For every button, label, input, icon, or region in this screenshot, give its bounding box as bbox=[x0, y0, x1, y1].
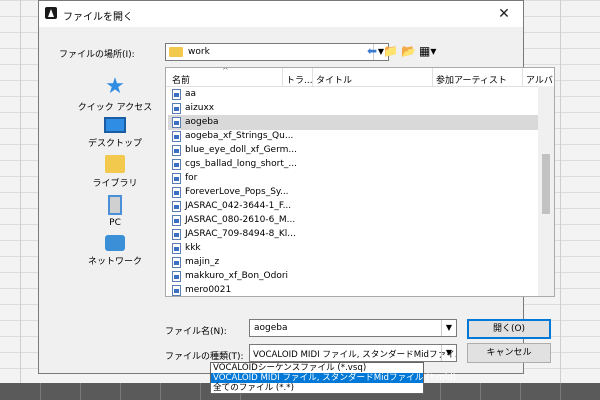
file-row[interactable]: makkuro_xf_Bon_Odori bbox=[168, 269, 538, 284]
column-header-row: ^ 名前 トラ... タイトル 参加アーティスト アルバ bbox=[166, 68, 554, 87]
place-label: PC bbox=[109, 218, 121, 228]
file-row[interactable]: aa bbox=[168, 87, 538, 102]
filename-field[interactable]: aogeba ▼ bbox=[249, 319, 457, 337]
app-icon bbox=[45, 7, 57, 19]
file-name: aogeba bbox=[185, 117, 219, 127]
midi-file-icon bbox=[172, 285, 181, 296]
midi-file-icon bbox=[172, 173, 181, 184]
midi-file-icon bbox=[172, 215, 181, 226]
filename-label: ファイル名(N): bbox=[165, 327, 227, 337]
up-folder-icon[interactable]: 📁 bbox=[383, 43, 398, 59]
star-icon: ★ bbox=[105, 74, 125, 99]
place-label: ネットワーク bbox=[87, 257, 142, 267]
cancel-button[interactable]: キャンセル bbox=[467, 343, 551, 363]
file-name: majin_z bbox=[185, 257, 220, 267]
location-value: work bbox=[188, 47, 210, 57]
network-icon bbox=[105, 235, 125, 251]
filetype-select[interactable]: VOCALOID MIDI ファイル, スタンダードMidファイル (*.mid… bbox=[249, 344, 457, 362]
filetype-label: ファイルの種類(T): bbox=[165, 352, 244, 362]
file-name: mero0021 bbox=[185, 285, 232, 295]
open-button[interactable]: 開く(O) bbox=[467, 319, 551, 339]
place-label: デスクトップ bbox=[87, 139, 142, 149]
chevron-down-icon[interactable]: ▼ bbox=[441, 320, 456, 336]
place-desktop[interactable]: デスクトップ bbox=[75, 117, 155, 149]
scrollbar-thumb[interactable] bbox=[542, 154, 550, 214]
file-name: blue_eye_doll_xf_Germ... bbox=[185, 145, 297, 155]
title-bar[interactable]: ファイルを開く ✕ bbox=[39, 1, 523, 27]
file-name: makkuro_xf_Bon_Odori bbox=[185, 271, 289, 281]
midi-file-icon bbox=[172, 89, 181, 100]
file-name: aa bbox=[185, 89, 197, 99]
file-name: for bbox=[185, 173, 198, 183]
place-library[interactable]: ライブラリ bbox=[75, 155, 155, 189]
open-file-dialog: ファイルを開く ✕ ファイルの場所(I): work ▼ ⬅ 📁 📂 ▦▾ ★ … bbox=[38, 0, 555, 374]
filename-value: aogeba bbox=[254, 323, 288, 333]
file-row[interactable]: JASRAC_080-2610-6_M... bbox=[168, 213, 538, 228]
folder-icon bbox=[169, 47, 183, 57]
column-track[interactable]: トラ... bbox=[286, 73, 313, 86]
place-pc[interactable]: PC bbox=[75, 195, 155, 228]
place-label: ライブラリ bbox=[92, 179, 138, 189]
file-row[interactable]: for bbox=[168, 171, 538, 186]
file-name: aizuxx bbox=[185, 103, 215, 113]
pc-icon bbox=[108, 195, 122, 215]
file-name: JASRAC_080-2610-6_M... bbox=[185, 215, 296, 225]
file-row[interactable]: ForeverLove_Pops_Sy... bbox=[168, 185, 538, 200]
file-row[interactable]: mero0021 bbox=[168, 283, 538, 296]
file-row[interactable]: aogeba_xf_Strings_Qu... bbox=[168, 129, 538, 144]
grid-line bbox=[20, 0, 21, 400]
file-list[interactable]: ^ 名前 トラ... タイトル 参加アーティスト アルバ aa aizuxx aog… bbox=[165, 67, 555, 297]
filetype-option[interactable]: 全てのファイル (*.*) bbox=[211, 383, 423, 393]
column-artist[interactable]: 参加アーティスト bbox=[436, 73, 507, 86]
dialog-title: ファイルを開く bbox=[63, 12, 133, 23]
midi-file-icon bbox=[172, 159, 181, 170]
place-quick-access[interactable]: ★ クイック アクセス bbox=[75, 74, 155, 114]
chevron-down-icon[interactable]: ▼ bbox=[441, 345, 456, 361]
midi-file-icon bbox=[172, 145, 181, 156]
new-folder-icon[interactable]: 📂 bbox=[401, 43, 416, 59]
midi-file-icon bbox=[172, 117, 181, 128]
back-icon[interactable]: ⬅ bbox=[367, 43, 377, 59]
close-button[interactable]: ✕ bbox=[485, 1, 523, 27]
midi-file-icon bbox=[172, 243, 181, 254]
midi-file-icon bbox=[172, 103, 181, 114]
file-row[interactable]: aogeba bbox=[168, 115, 538, 130]
column-name[interactable]: 名前 bbox=[172, 73, 190, 86]
file-name: JASRAC_042-3644-1_F... bbox=[185, 201, 292, 211]
midi-file-icon bbox=[172, 229, 181, 240]
grid-line bbox=[560, 0, 561, 400]
file-row[interactable]: JASRAC_042-3644-1_F... bbox=[168, 199, 538, 214]
file-name: cgs_ballad_long_short_... bbox=[185, 159, 297, 169]
midi-file-icon bbox=[172, 201, 181, 212]
file-row[interactable]: blue_eye_doll_xf_Germ... bbox=[168, 143, 538, 158]
file-row[interactable]: cgs_ballad_long_short_... bbox=[168, 157, 538, 172]
location-combo[interactable]: work ▼ bbox=[165, 43, 389, 61]
place-network[interactable]: ネットワーク bbox=[75, 235, 155, 267]
file-name: ForeverLove_Pops_Sy... bbox=[185, 187, 289, 197]
filetype-option-selected[interactable]: VOCALOID MIDI ファイル, スタンダードMidファイル (*.mid… bbox=[211, 373, 456, 383]
midi-file-icon bbox=[172, 271, 181, 282]
desktop-icon bbox=[104, 117, 126, 133]
midi-file-icon bbox=[172, 131, 181, 142]
library-icon bbox=[105, 155, 125, 173]
file-row[interactable]: JASRAC_709-8494-8_Kl... bbox=[168, 227, 538, 242]
vertical-scrollbar[interactable] bbox=[538, 86, 554, 296]
midi-file-icon bbox=[172, 187, 181, 198]
file-name: JASRAC_709-8494-8_Kl... bbox=[185, 229, 296, 239]
view-menu-icon[interactable]: ▦▾ bbox=[419, 43, 436, 59]
location-label: ファイルの場所(I): bbox=[59, 50, 135, 60]
midi-file-icon bbox=[172, 257, 181, 268]
file-row[interactable]: aizuxx bbox=[168, 101, 538, 116]
filetype-value: VOCALOID MIDI ファイル, スタンダードMidファイル (*.mid… bbox=[253, 350, 457, 360]
file-name: kkk bbox=[185, 243, 201, 253]
filetype-dropdown-list[interactable]: VOCALOIDシーケンスファイル (*.vsq) VOCALOID MIDI … bbox=[210, 362, 456, 394]
column-title[interactable]: タイトル bbox=[316, 73, 352, 86]
filetype-option[interactable]: VOCALOIDシーケンスファイル (*.vsq) bbox=[211, 363, 423, 373]
sort-ascending-icon: ^ bbox=[222, 67, 229, 75]
place-label: クイック アクセス bbox=[77, 103, 153, 113]
file-name: aogeba_xf_Strings_Qu... bbox=[185, 131, 294, 141]
file-row[interactable]: majin_z bbox=[168, 255, 538, 270]
column-album[interactable]: アルバ bbox=[526, 73, 553, 86]
file-row[interactable]: kkk bbox=[168, 241, 538, 256]
